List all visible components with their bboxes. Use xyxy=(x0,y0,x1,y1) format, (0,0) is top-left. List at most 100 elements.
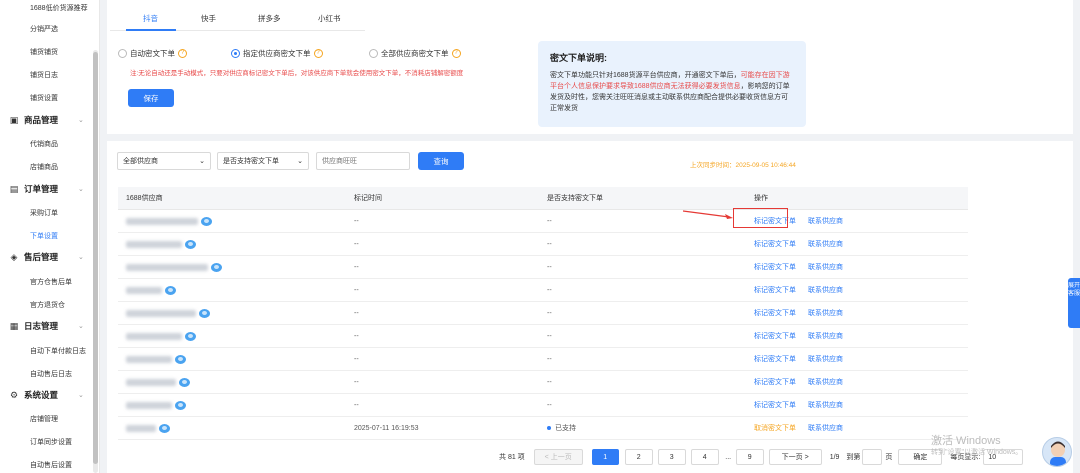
page-button-9[interactable]: 9 xyxy=(735,449,764,465)
contact-supplier-link[interactable]: 联系供应商 xyxy=(808,239,843,249)
contact-supplier-link[interactable]: 联系供应商 xyxy=(808,216,843,226)
sidebar-item-store-products[interactable]: 店铺商品 xyxy=(30,162,58,172)
radio-circle[interactable] xyxy=(369,49,378,58)
supplier-name-redacted xyxy=(126,332,182,340)
prev-page-button[interactable]: < 上一页 xyxy=(533,449,583,465)
sidebar-item-consign-products[interactable]: 代销商品 xyxy=(30,139,58,149)
radio-all-supplier-cipher-order[interactable]: 全部供应商密文下单 ? xyxy=(369,48,461,59)
sidebar-group-orders[interactable]: ▤ 订单管理 ⌄ xyxy=(0,178,92,200)
radio-circle[interactable] xyxy=(231,49,240,58)
page-ellipsis[interactable]: ... xyxy=(723,454,734,461)
wangwang-chat-icon[interactable] xyxy=(211,262,222,272)
wangwang-chat-icon[interactable] xyxy=(179,377,190,387)
supplier-table: 1688供应商 标记时间 是否支持密文下单 操作 -- -- 标记密文下单 联系供… xyxy=(118,187,968,440)
query-button[interactable]: 查询 xyxy=(418,152,464,170)
sidebar-group-aftersale[interactable]: ◈ 售后管理 ⌄ xyxy=(0,246,92,268)
sidebar-group-products[interactable]: ▣ 商品管理 ⌄ xyxy=(0,109,92,131)
chevron-down-icon: ⌄ xyxy=(78,186,84,193)
mark-cipher-order-link[interactable]: 标记密文下单 xyxy=(754,239,796,249)
sidebar-item-distribution-select[interactable]: 分销严选 xyxy=(30,24,58,34)
support-filter-select[interactable]: 是否支持密文下单 ⌄ xyxy=(217,152,309,170)
wangwang-chat-icon[interactable] xyxy=(201,216,212,226)
help-icon[interactable]: ? xyxy=(451,49,461,58)
sidebar-item-official-return[interactable]: 官方退货仓 xyxy=(30,300,65,310)
page-button-4[interactable]: 4 xyxy=(690,449,719,465)
radio-circle[interactable] xyxy=(118,49,127,58)
radio-label: 全部供应商密文下单 xyxy=(381,49,449,58)
cancel-cipher-order-link[interactable]: 取消密文下单 xyxy=(754,423,796,433)
sidebar-scrollbar-thumb[interactable] xyxy=(93,52,98,464)
supplier-wangwang-input[interactable] xyxy=(316,152,410,170)
radio-auto-cipher-order[interactable]: 自动密文下单 ? xyxy=(118,48,187,59)
customer-service-avatar[interactable] xyxy=(1042,437,1072,467)
radio-specified-supplier-cipher-order[interactable]: 指定供应商密文下单 ? xyxy=(231,48,323,59)
wangwang-chat-icon[interactable] xyxy=(165,285,176,295)
supplier-name-redacted xyxy=(126,286,162,294)
mark-cipher-order-link[interactable]: 标记密文下单 xyxy=(754,308,796,318)
sidebar-item-auto-aftersale-log[interactable]: 自动售后日志 xyxy=(30,369,72,379)
mark-time: -- xyxy=(354,240,359,248)
sidebar-group-label: 订单管理 xyxy=(24,184,59,194)
chevron-down-icon: ⌄ xyxy=(78,323,84,330)
contact-supplier-link[interactable]: 联系供应商 xyxy=(808,377,843,387)
support-status: -- xyxy=(547,378,552,386)
mark-cipher-order-link[interactable]: 标记密文下单 xyxy=(754,377,796,387)
sidebar-item-order-sync-settings[interactable]: 订单同步设置 xyxy=(30,437,72,447)
tab-xiaohongshu[interactable]: 小红书 xyxy=(318,13,341,24)
windows-activation-watermark: 激活 Windows xyxy=(931,435,1001,447)
contact-supplier-link[interactable]: 联系供应商 xyxy=(808,285,843,295)
mark-cipher-order-link[interactable]: 标记密文下单 xyxy=(754,262,796,272)
sidebar-item-order-settings[interactable]: 下单设置 xyxy=(30,231,58,241)
sidebar-item-listing[interactable]: 铺货铺货 xyxy=(30,47,58,57)
wangwang-chat-icon[interactable] xyxy=(199,308,210,318)
wangwang-chat-icon[interactable] xyxy=(185,239,196,249)
supplier-filter-select[interactable]: 全部供应商 ⌄ xyxy=(117,152,211,170)
mark-cipher-order-link[interactable]: 标记密文下单 xyxy=(754,400,796,410)
sidebar-item-listing-log[interactable]: 铺货日志 xyxy=(30,70,58,80)
tab-douyin[interactable]: 抖音 xyxy=(143,13,158,24)
contact-supplier-link[interactable]: 联系供应商 xyxy=(808,331,843,341)
sidebar-item-official-aftersale[interactable]: 官方仓售后单 xyxy=(30,277,72,287)
mark-time: -- xyxy=(354,263,359,271)
radio-label: 指定供应商密文下单 xyxy=(243,49,311,58)
sidebar-group-label: 日志管理 xyxy=(24,321,59,331)
sidebar-group-system[interactable]: ⚙ 系统设置 ⌄ xyxy=(0,384,92,406)
sidebar-group-logs[interactable]: ▦ 日志管理 ⌄ xyxy=(0,315,92,337)
customer-service-tab[interactable]: 展开客服 xyxy=(1068,278,1080,328)
help-icon[interactable]: ? xyxy=(178,49,187,58)
goto-page-input[interactable] xyxy=(862,449,883,465)
contact-supplier-link[interactable]: 联系供应商 xyxy=(808,308,843,318)
page-button-3[interactable]: 3 xyxy=(657,449,686,465)
support-status: -- xyxy=(547,240,552,248)
sidebar-item-listing-settings[interactable]: 铺货设置 xyxy=(30,93,58,103)
mark-cipher-order-link[interactable]: 标记密文下单 xyxy=(754,331,796,341)
sidebar-item-low-price-source[interactable]: 1688低价货源推荐 xyxy=(30,3,88,13)
sidebar-item-auto-order-log[interactable]: 自动下单付款日志 xyxy=(30,346,86,356)
explanation-text-part1: 密文下单功能只针对1688货源平台供应商，开通密文下单后， xyxy=(550,72,741,79)
supplier-name-redacted xyxy=(126,217,198,225)
contact-supplier-link[interactable]: 联系供应商 xyxy=(808,262,843,272)
page-button-2[interactable]: 2 xyxy=(624,449,653,465)
wangwang-chat-icon[interactable] xyxy=(185,331,196,341)
sidebar-group-label: 商品管理 xyxy=(24,115,59,125)
tab-kuaishou[interactable]: 快手 xyxy=(201,13,216,24)
wangwang-chat-icon[interactable] xyxy=(159,423,170,433)
sidebar-item-auto-aftersale-settings[interactable]: 自动售后设置 xyxy=(30,460,72,470)
next-page-button[interactable]: 下一页 > xyxy=(768,449,822,465)
contact-supplier-link[interactable]: 联系供应商 xyxy=(808,400,843,410)
mark-cipher-order-link[interactable]: 标记密文下单 xyxy=(754,354,796,364)
wangwang-chat-icon[interactable] xyxy=(175,400,186,410)
sidebar-item-store-management[interactable]: 店铺管理 xyxy=(30,414,58,424)
mark-time: -- xyxy=(354,286,359,294)
contact-supplier-link[interactable]: 联系供应商 xyxy=(808,354,843,364)
mark-cipher-order-link[interactable]: 标记密文下单 xyxy=(754,285,796,295)
page-button-1[interactable]: 1 xyxy=(591,449,619,465)
save-button[interactable]: 保存 xyxy=(128,89,174,107)
contact-supplier-link[interactable]: 联系供应商 xyxy=(808,423,843,433)
help-icon[interactable]: ? xyxy=(313,49,323,58)
wangwang-chat-icon[interactable] xyxy=(175,354,186,364)
sidebar-group-label: 系统设置 xyxy=(24,390,59,400)
tab-pinduoduo[interactable]: 拼多多 xyxy=(258,13,281,24)
sidebar-item-purchase-orders[interactable]: 采购订单 xyxy=(30,208,58,218)
page-info: 1/9 xyxy=(829,453,840,461)
